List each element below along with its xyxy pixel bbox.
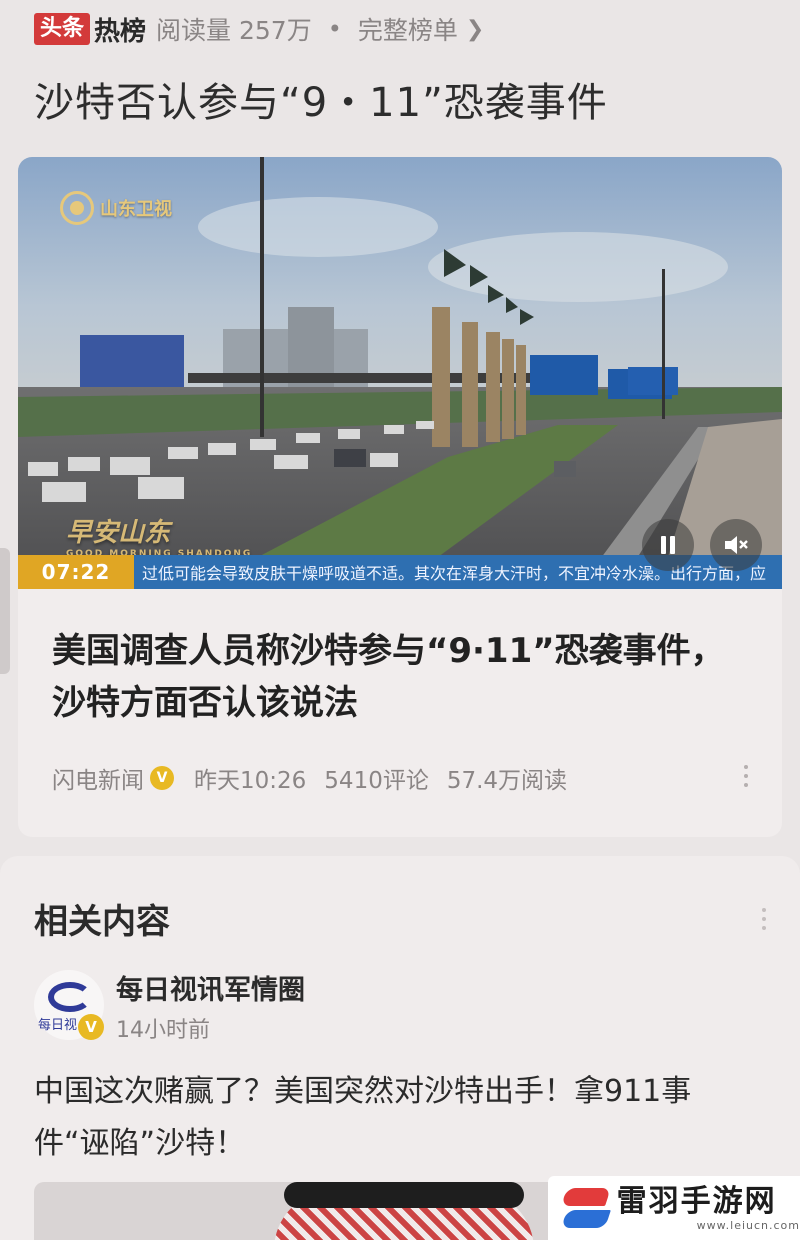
channel-sun-icon	[60, 191, 94, 225]
brand-logo-red: 头条	[34, 13, 91, 45]
related-time: 14小时前	[116, 1018, 210, 1043]
brand-logo-black: 热榜	[94, 16, 147, 47]
side-drawer-handle[interactable]	[0, 548, 10, 674]
related-more-icon[interactable]	[762, 908, 766, 930]
news-card[interactable]: 山东卫视 早安山东 GOOD MORNING SHANDONG 07:22 过低…	[18, 157, 782, 837]
video-player[interactable]: 山东卫视 早安山东 GOOD MORNING SHANDONG 07:22 过低…	[18, 157, 782, 589]
watermark-url: www.leiucn.com	[696, 1218, 800, 1232]
article-reads: 57.4万阅读	[446, 768, 568, 794]
page-title: 沙特否认参与“9・11”恐袭事件	[34, 80, 608, 126]
watermark: 雷羽手游网 www.leiucn.com	[548, 1176, 800, 1240]
pause-icon	[659, 536, 677, 554]
thumbnail-agal	[284, 1182, 524, 1208]
avatar-logo-icon	[48, 982, 92, 1012]
avatar[interactable]: 每日视 V	[34, 970, 104, 1040]
page: 头条 热榜 阅读量 257万 • 完整榜单 ❯ 沙特否认参与“9・11”恐袭事件	[0, 0, 800, 1240]
mute-button[interactable]	[710, 519, 762, 571]
view-count: 阅读量 257万	[156, 16, 312, 45]
more-icon[interactable]	[744, 765, 748, 787]
verified-icon: V	[78, 1014, 104, 1040]
related-title: 相关内容	[34, 902, 170, 942]
hot-list-header[interactable]: 头条 热榜 阅读量 257万 • 完整榜单 ❯	[34, 10, 484, 48]
program-logo: 早安山东 GOOD MORNING SHANDONG	[66, 512, 252, 559]
article-title[interactable]: 美国调查人员称沙特参与“9·11”恐袭事件，沙特方面否认该说法	[52, 625, 742, 729]
article-meta: 闪电新闻 V 昨天10:26 5410评论 57.4万阅读	[52, 761, 567, 795]
mute-icon	[725, 536, 748, 554]
channel-logo-text: 山东卫视	[100, 199, 172, 220]
verified-icon: V	[150, 766, 174, 790]
pause-button[interactable]	[642, 519, 694, 571]
chevron-right-icon[interactable]: ❯	[466, 17, 484, 42]
related-source-name[interactable]: 每日视讯军情圈	[116, 968, 305, 1007]
watermark-logo-icon	[560, 1182, 611, 1234]
separator-dot: •	[327, 15, 342, 43]
article-time: 昨天10:26	[194, 768, 307, 794]
related-headline[interactable]: 中国这次赌赢了？美国突然对沙特出手！拿911事件“诬陷”沙特！	[34, 1066, 754, 1170]
channel-logo: 山东卫视	[60, 191, 172, 225]
article-source[interactable]: 闪电新闻	[52, 761, 144, 795]
full-list-link[interactable]: 完整榜单	[358, 11, 458, 47]
video-time: 07:22	[18, 555, 134, 589]
watermark-title: 雷羽手游网	[616, 1183, 777, 1219]
avatar-text: 每日视	[38, 1018, 78, 1033]
program-logo-text: 早安山东	[66, 518, 171, 548]
article-comments: 5410评论	[324, 768, 429, 794]
